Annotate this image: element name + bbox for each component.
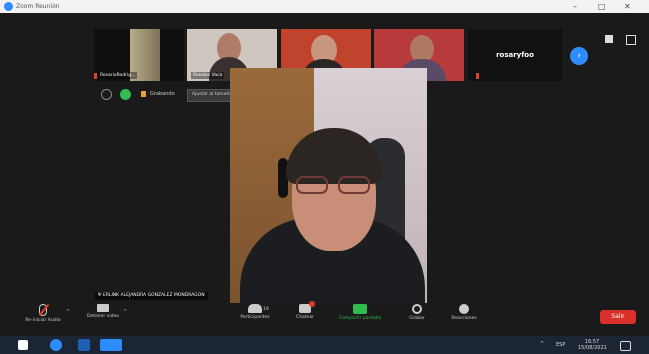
audio-options-chevron-icon[interactable]: ^ [66,309,70,315]
muted-mic-icon [94,73,97,79]
meeting-toolbar: Re-iniciar Audio ^ Detener video ^ Parti… [0,301,649,336]
record-button[interactable]: Grabar [400,303,434,321]
notifications-icon[interactable] [620,341,631,351]
participant-name: RosarioRodrig... [98,72,138,79]
tray-chevron-icon[interactable]: ^ [540,341,544,347]
active-speaker-name: Ψ ERLINK ALEJANDRA GONZALEZ MONDRAGON [95,292,208,300]
audio-label: Re-iniciar Audio [25,318,61,323]
chat-label: Chatear [296,315,314,320]
zoom-out-icon[interactable] [101,89,112,100]
recording-icon [141,91,146,97]
audio-button[interactable]: Re-iniciar Audio [18,303,68,323]
clock-date: 15/08/2021 [578,345,607,351]
windows-taskbar: ^ ESP 16:57 15/08/2021 [0,336,649,354]
next-page-button[interactable]: › [570,47,588,65]
participant-name: Rosales Vaca [191,72,225,79]
video-label: Detener video [87,314,119,319]
record-icon [412,304,422,314]
meeting-stage: RosarioRodrig... Rosales Vaca Cristina C… [0,13,649,303]
chat-icon [299,301,315,313]
fullscreen-icon[interactable] [626,35,636,45]
video-options-chevron-icon[interactable]: ^ [123,309,127,315]
participants-label: Participantes [240,315,270,320]
language-indicator[interactable]: ESP [556,342,565,348]
muted-mic-icon [476,73,479,79]
participants-icon [248,304,262,313]
file-explorer-icon[interactable] [78,339,90,351]
window-title-bar: Zoom Reunión – □ ✕ [0,0,649,13]
speaker-glasses [296,176,372,196]
participant-thumbnail[interactable]: RosarioRodrig... [94,29,184,81]
browser-icon[interactable] [50,339,62,351]
chat-button[interactable]: Chatear [288,301,322,320]
reactions-icon [459,304,469,314]
maximize-button[interactable]: □ [598,1,606,12]
share-screen-label: Compartir pantalla [338,316,382,321]
muted-mic-icon [38,303,50,317]
recording-label: Grabando [150,91,175,97]
zoom-taskbar-icon[interactable] [100,339,122,351]
record-label: Grabar [409,316,425,321]
minimize-button[interactable]: – [573,1,577,12]
leave-meeting-button[interactable]: Salir [600,310,636,324]
participant-count: 19 [263,307,269,312]
participants-button[interactable]: Participantes [232,303,278,320]
windows-start-icon[interactable] [18,340,28,350]
video-button[interactable]: Detener video [78,303,128,319]
clock[interactable]: 16:57 15/08/2021 [578,339,607,351]
active-speaker-video [230,68,427,303]
participant-thumbnail[interactable]: rosaryfoo [468,29,562,81]
video-camera-icon [97,304,109,312]
close-button[interactable]: ✕ [624,1,631,12]
security-shield-icon[interactable] [120,89,131,100]
reactions-button[interactable]: Reacciones [444,303,484,321]
view-mode-icon[interactable] [605,35,613,43]
reactions-label: Reacciones [451,316,477,321]
chat-notification-badge [309,301,315,307]
window-title: Zoom Reunión [16,3,60,10]
participant-name: rosaryfoo [496,51,534,59]
zoom-logo-icon [4,2,13,11]
share-screen-button[interactable]: Compartir pantalla [328,303,392,321]
share-screen-icon [353,304,367,314]
